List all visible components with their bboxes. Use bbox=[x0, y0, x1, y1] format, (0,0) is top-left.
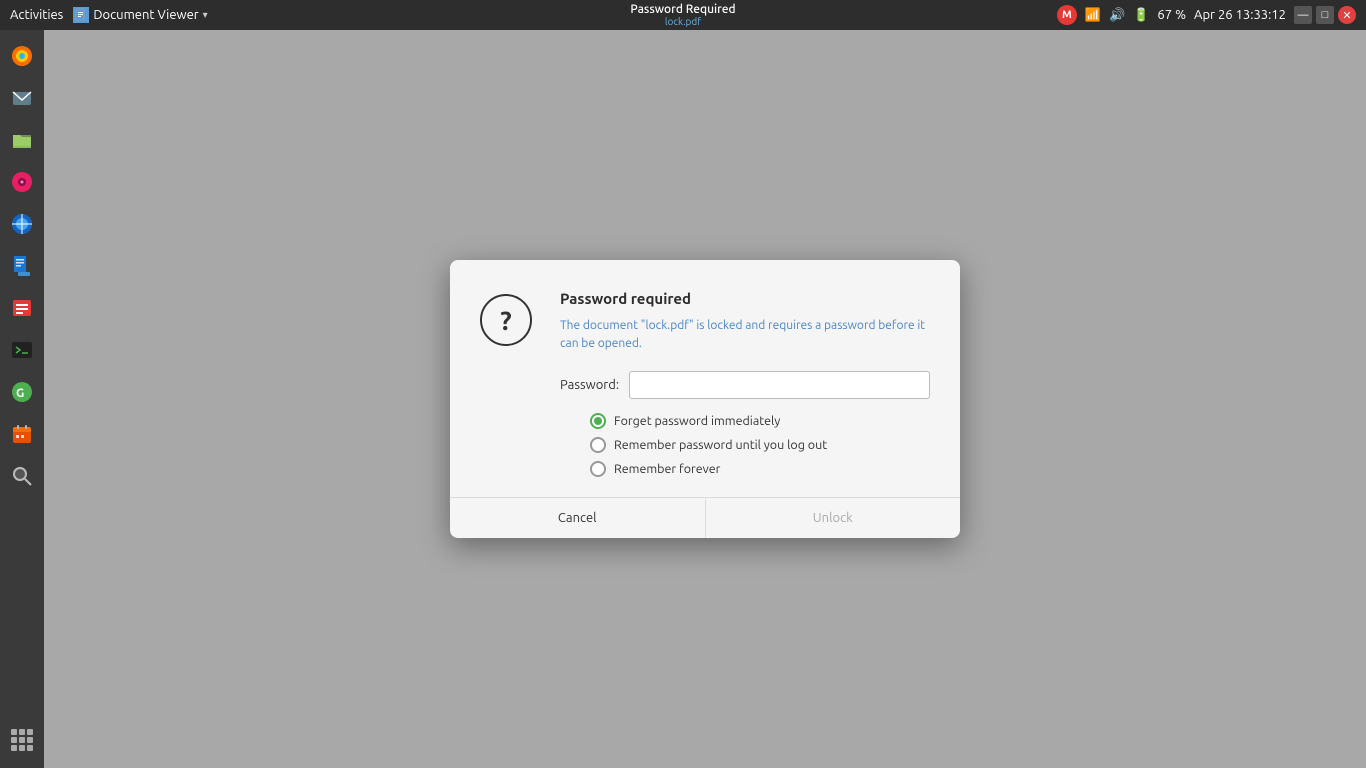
radio-circle-remember-logout bbox=[590, 437, 606, 453]
password-label: Password: bbox=[560, 378, 619, 392]
dialog-message: The document "lock.pdf" is locked and re… bbox=[560, 317, 930, 353]
dialog-body: ? Password required The document "lock.p… bbox=[450, 260, 960, 497]
cancel-button[interactable]: Cancel bbox=[450, 498, 706, 538]
app-icon bbox=[73, 7, 89, 23]
password-row: Password: bbox=[560, 371, 930, 399]
password-dialog: ? Password required The document "lock.p… bbox=[450, 260, 960, 538]
question-icon: ? bbox=[480, 294, 532, 346]
radio-label-remember-logout: Remember password until you log out bbox=[614, 438, 827, 452]
dialog-icon-area: ? bbox=[480, 290, 540, 477]
dialog-overlay: ? Password required The document "lock.p… bbox=[44, 30, 1366, 768]
datetime-display: Apr 26 13:33:12 bbox=[1194, 8, 1286, 22]
user-avatar[interactable]: M bbox=[1057, 5, 1077, 25]
app-indicator[interactable]: Document Viewer ▾ bbox=[73, 7, 207, 23]
topbar-center: Password Required lock.pdf bbox=[630, 3, 735, 27]
sidebar-item-browser[interactable] bbox=[4, 206, 40, 242]
dialog-footer: Cancel Unlock bbox=[450, 497, 960, 538]
dialog-content: Password required The document "lock.pdf… bbox=[560, 290, 930, 477]
sidebar-item-firefox[interactable] bbox=[4, 38, 40, 74]
maximize-button[interactable]: □ bbox=[1316, 6, 1334, 24]
battery-percent: 67 % bbox=[1157, 8, 1186, 22]
radio-remember-logout[interactable]: Remember password until you log out bbox=[590, 437, 930, 453]
app-dropdown-arrow[interactable]: ▾ bbox=[203, 9, 208, 21]
svg-text:G: G bbox=[16, 387, 24, 400]
topbar: Activities Document Viewer ▾ Password Re… bbox=[0, 0, 1366, 30]
password-input[interactable] bbox=[629, 371, 930, 399]
apps-grid-button[interactable] bbox=[4, 722, 40, 758]
radio-group: Forget password immediately Remember pas… bbox=[560, 413, 930, 477]
sidebar-item-green-app[interactable]: G bbox=[4, 374, 40, 410]
radio-label-remember-forever: Remember forever bbox=[614, 462, 720, 476]
wifi-icon: 📶 bbox=[1085, 8, 1101, 23]
radio-circle-forget bbox=[590, 413, 606, 429]
radio-remember-forever[interactable]: Remember forever bbox=[590, 461, 930, 477]
sidebar-item-email[interactable] bbox=[4, 80, 40, 116]
sidebar-bottom bbox=[4, 722, 40, 758]
topbar-right: M 📶 🔊 🔋 67 % Apr 26 13:33:12 — □ ✕ bbox=[1057, 5, 1356, 25]
grid-icon bbox=[11, 729, 33, 751]
sidebar-item-docs[interactable] bbox=[4, 248, 40, 284]
window-controls: — □ ✕ bbox=[1294, 6, 1356, 24]
topbar-left: Activities Document Viewer ▾ bbox=[10, 7, 208, 23]
sound-icon: 🔊 bbox=[1109, 8, 1125, 23]
sidebar-item-files[interactable] bbox=[4, 122, 40, 158]
app-name-label: Document Viewer bbox=[93, 8, 198, 22]
radio-circle-remember-forever bbox=[590, 461, 606, 477]
sidebar: G bbox=[0, 30, 44, 768]
sidebar-item-calendar[interactable] bbox=[4, 416, 40, 452]
sidebar-item-search[interactable] bbox=[4, 458, 40, 494]
window-subtitle: lock.pdf bbox=[665, 16, 701, 27]
activities-button[interactable]: Activities bbox=[10, 8, 63, 22]
sidebar-item-alarm[interactable] bbox=[4, 290, 40, 326]
dialog-title: Password required bbox=[560, 290, 930, 307]
battery-icon: 🔋 bbox=[1133, 8, 1149, 23]
sidebar-item-terminal[interactable] bbox=[4, 332, 40, 368]
unlock-button[interactable]: Unlock bbox=[706, 498, 961, 538]
close-button[interactable]: ✕ bbox=[1338, 6, 1356, 24]
radio-label-forget: Forget password immediately bbox=[614, 414, 780, 428]
main-area: ? Password required The document "lock.p… bbox=[44, 30, 1366, 768]
minimize-button[interactable]: — bbox=[1294, 6, 1312, 24]
sidebar-item-music[interactable] bbox=[4, 164, 40, 200]
radio-forget[interactable]: Forget password immediately bbox=[590, 413, 930, 429]
window-title: Password Required bbox=[630, 3, 735, 16]
